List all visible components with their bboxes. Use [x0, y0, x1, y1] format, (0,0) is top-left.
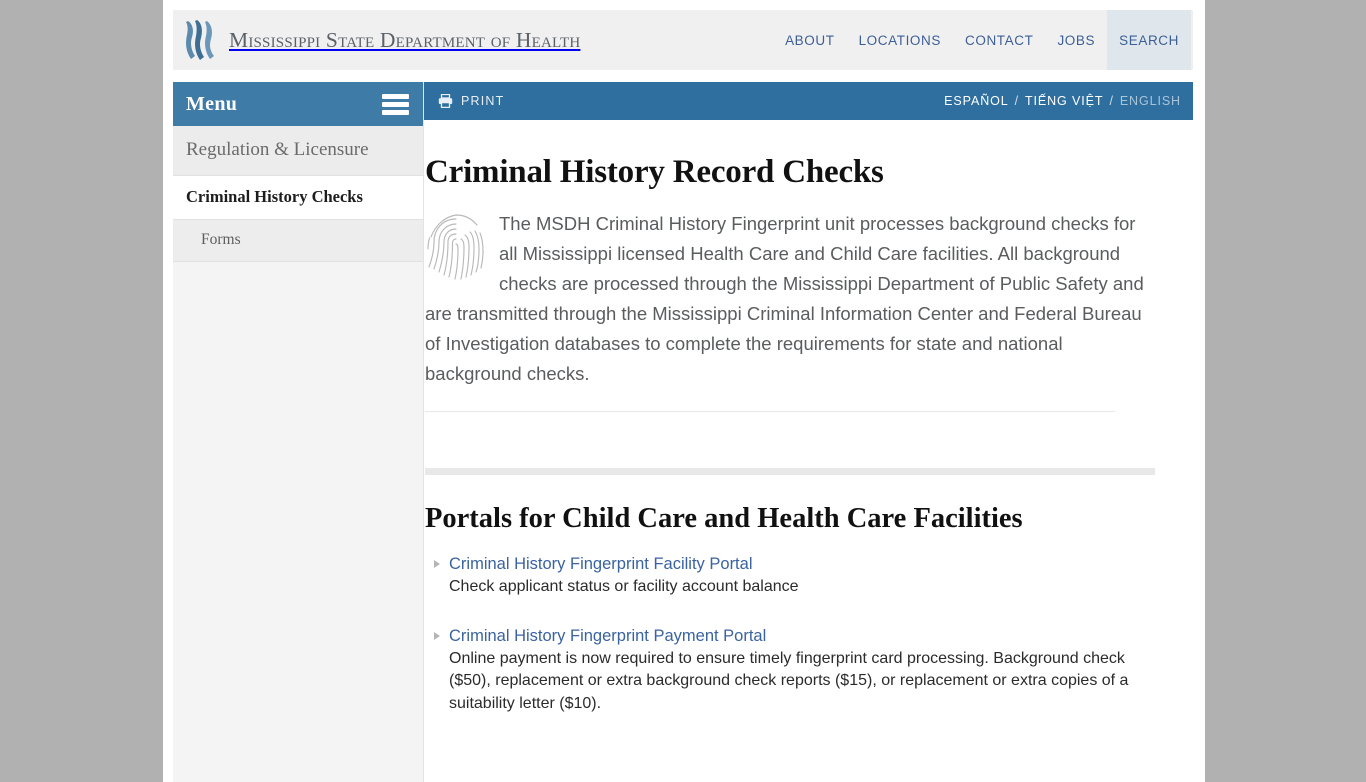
print-button[interactable]: PRINT — [438, 94, 505, 108]
content-divider-band — [425, 468, 1155, 475]
sidebar-item-criminal-history-checks[interactable]: Criminal History Checks — [173, 176, 423, 220]
portal-desc-payment: Online payment is now required to ensure… — [449, 648, 1155, 716]
list-item: Criminal History Fingerprint Payment Por… — [425, 625, 1155, 716]
portal-desc-facility: Check applicant status or facility accou… — [449, 576, 1155, 599]
list-item: Criminal History Fingerprint Facility Po… — [425, 553, 1155, 599]
sidebar-item-regulation-licensure[interactable]: Regulation & Licensure — [173, 126, 423, 176]
content-divider-thin — [425, 411, 1115, 412]
body-columns: Menu Regulation & Licensure Criminal His… — [173, 82, 1193, 782]
page-container: Mississippi State Department of Health A… — [163, 0, 1205, 782]
site-logo-link[interactable]: Mississippi State Department of Health — [173, 18, 580, 62]
page-title: Criminal History Record Checks — [425, 154, 1155, 191]
lang-separator-1: / — [1015, 94, 1019, 108]
hamburger-icon[interactable] — [382, 94, 409, 115]
intro-paragraph: The MSDH Criminal History Fingerprint un… — [425, 209, 1155, 389]
portal-link-facility[interactable]: Criminal History Fingerprint Facility Po… — [449, 553, 1155, 575]
lang-link-english: ENGLISH — [1120, 94, 1181, 108]
lang-separator-2: / — [1109, 94, 1113, 108]
language-links: ESPAÑOL / TIẾNG VIỆT / ENGLISH — [944, 94, 1181, 108]
site-title: Mississippi State Department of Health — [229, 28, 580, 53]
main-content: PRINT ESPAÑOL / TIẾNG VIỆT / ENGLISH Cri… — [424, 82, 1193, 782]
nav-item-about[interactable]: ABOUT — [773, 10, 847, 70]
nav-item-contact[interactable]: CONTACT — [953, 10, 1045, 70]
lang-link-espanol[interactable]: ESPAÑOL — [944, 94, 1008, 108]
article-body: Criminal History Record Checks — [424, 120, 1193, 715]
sidebar-menu-label: Menu — [186, 93, 237, 116]
section-title-portals: Portals for Child Care and Health Care F… — [425, 503, 1155, 535]
sidebar: Menu Regulation & Licensure Criminal His… — [173, 82, 424, 782]
printer-icon — [438, 94, 453, 108]
sidebar-menu-header[interactable]: Menu — [173, 82, 423, 126]
utility-bar: PRINT ESPAÑOL / TIẾNG VIỆT / ENGLISH — [424, 82, 1193, 120]
portal-list: Criminal History Fingerprint Facility Po… — [425, 553, 1155, 715]
nav-item-search[interactable]: SEARCH — [1107, 10, 1191, 70]
nav-item-locations[interactable]: LOCATIONS — [847, 10, 953, 70]
lang-link-tieng-viet[interactable]: TIẾNG VIỆT — [1025, 94, 1103, 108]
site-masthead: Mississippi State Department of Health A… — [173, 10, 1193, 70]
top-navigation: ABOUT LOCATIONS CONTACT JOBS SEARCH — [773, 10, 1193, 70]
portal-link-payment[interactable]: Criminal History Fingerprint Payment Por… — [449, 625, 1155, 647]
msdh-profiles-logo-icon — [185, 18, 219, 62]
nav-item-jobs[interactable]: JOBS — [1045, 10, 1107, 70]
sidebar-item-forms[interactable]: Forms — [173, 220, 423, 262]
print-button-label: PRINT — [461, 94, 505, 108]
